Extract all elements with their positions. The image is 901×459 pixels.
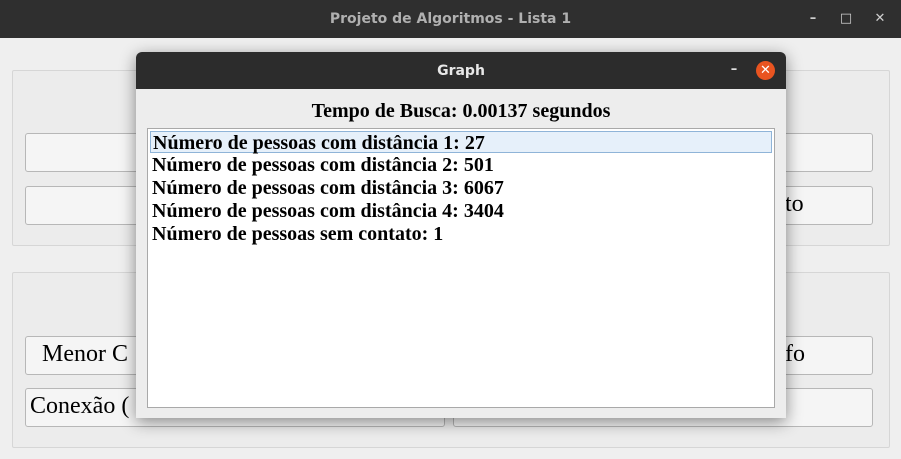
group1-button-bottom-right-label: to — [785, 191, 804, 217]
graph-dialog: Graph – ✕ Tempo de Busca: 0.00137 segund… — [136, 52, 786, 418]
group2-button-top-right-label: fo — [785, 341, 805, 367]
close-icon[interactable]: ✕ — [870, 9, 890, 29]
group2-button-top-left-label: Menor C — [42, 341, 128, 367]
main-titlebar: Projeto de Algoritmos - Lista 1 – □ ✕ — [0, 0, 901, 38]
results-listbox[interactable]: Número de pessoas com distância 1: 27 Nú… — [147, 128, 775, 408]
main-window-title: Projeto de Algoritmos - Lista 1 — [329, 11, 572, 27]
list-item[interactable]: Número de pessoas com distância 4: 3404 — [150, 200, 772, 222]
list-item[interactable]: Número de pessoas com distância 3: 6067 — [150, 177, 772, 199]
dialog-titlebar: Graph – ✕ — [136, 52, 786, 89]
search-time-label: Tempo de Busca: 0.00137 segundos — [311, 100, 611, 122]
minimize-icon[interactable]: – — [803, 9, 823, 29]
close-icon[interactable]: ✕ — [756, 61, 775, 80]
minimize-icon[interactable]: – — [724, 60, 744, 80]
dialog-title: Graph — [437, 63, 485, 79]
maximize-icon[interactable]: □ — [836, 9, 856, 29]
list-item[interactable]: Número de pessoas com distância 2: 501 — [150, 154, 772, 176]
list-item[interactable]: Número de pessoas com distância 1: 27 — [150, 131, 772, 154]
group2-button-bottom-left-label: Conexão ( — [30, 393, 130, 419]
list-item[interactable]: Número de pessoas sem contato: 1 — [150, 223, 772, 245]
